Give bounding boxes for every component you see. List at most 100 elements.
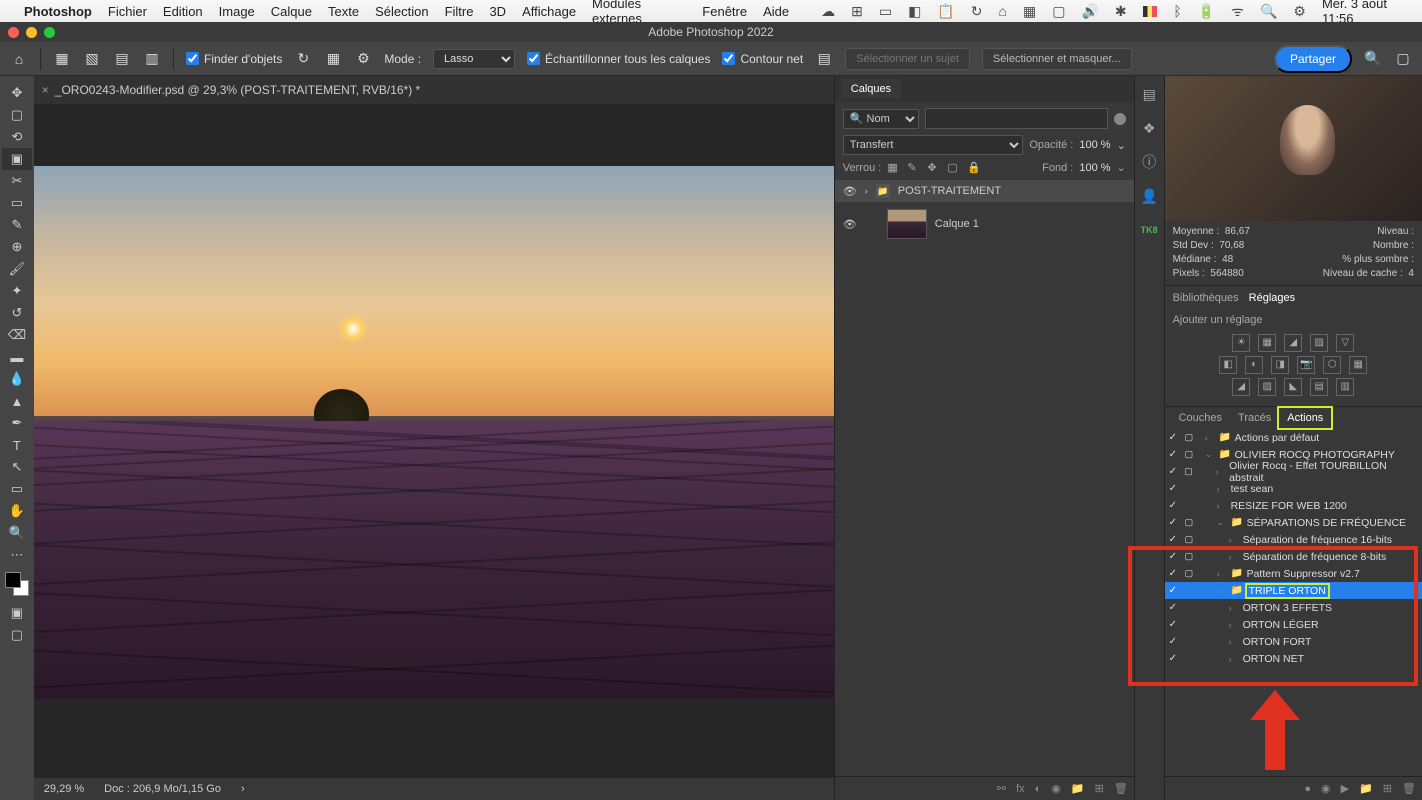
object-select-tool[interactable]: ▣ [2,148,32,170]
blur-tool[interactable]: 💧 [2,368,32,390]
play-icon[interactable]: ▶ [1341,782,1349,795]
link-icon[interactable]: ⚯ [997,782,1006,795]
tab-channels[interactable]: Couches [1171,408,1230,428]
tab-actions[interactable]: Actions [1279,408,1331,428]
expand-icon[interactable]: ⌄ [1217,585,1227,596]
overlay-icon[interactable]: ▦ [324,50,342,68]
chevron-down-icon[interactable]: ⌄ [1117,139,1126,152]
visibility-icon[interactable]: 👁 [843,185,857,198]
expand-icon[interactable]: › [865,186,868,196]
tab-libraries[interactable]: Bibliothèques [1173,292,1239,304]
type-tool[interactable]: T [2,434,32,456]
crop-tool[interactable]: ✂ [2,170,32,192]
panel-icon[interactable]: ❖ [1139,118,1159,138]
menu-aide[interactable]: Aide [763,4,789,19]
new-set-icon[interactable]: 📁 [1359,782,1373,795]
dialog-icon[interactable]: ▢ [1185,449,1197,460]
workspace-icon[interactable]: ▢ [1394,50,1412,68]
eraser-tool[interactable]: ⌫ [2,324,32,346]
layer-row[interactable]: 👁 › 📁 POST-TRAITEMENT [835,180,1134,202]
blend-mode-select[interactable]: Transfert [843,135,1024,155]
expand-icon[interactable]: › [1217,484,1227,494]
action-row[interactable]: ✓▢›📁Actions par défaut [1165,429,1422,446]
lock-pixels-icon[interactable]: ▦ [887,161,901,174]
trash-icon[interactable]: 🗑 [1402,782,1416,795]
minimize-window[interactable] [26,27,37,38]
adj-icon[interactable]: ▤ [1310,378,1328,396]
dialog-icon[interactable]: ▢ [1184,466,1196,477]
adj-icon[interactable]: ◢ [1284,334,1302,352]
menu-texte[interactable]: Texte [328,4,359,19]
eyedropper-tool[interactable]: ✎ [2,214,32,236]
action-row[interactable]: ✓⌄📁TRIPLE ORTON [1165,582,1422,599]
status-icon[interactable]: ◧ [908,3,921,20]
app-name[interactable]: Photoshop [24,4,92,19]
more-tools[interactable]: ⋯ [2,544,32,566]
adj-icon[interactable]: ▨ [1310,334,1328,352]
action-row[interactable]: ✓›ORTON FORT [1165,633,1422,650]
contour-check[interactable]: Contour net [722,52,803,66]
action-row[interactable]: ✓›ORTON NET [1165,650,1422,667]
chevron-down-icon[interactable]: ⌄ [1117,161,1126,174]
quickmask-tool[interactable]: ▣ [2,602,32,624]
tab-adjustments[interactable]: Réglages [1249,292,1295,304]
adj-icon[interactable]: ▨ [1258,378,1276,396]
status-icon[interactable]: ⊞ [851,3,863,20]
menu-filtre[interactable]: Filtre [445,4,474,19]
menu-selection[interactable]: Sélection [375,4,428,19]
dialog-icon[interactable]: ▢ [1185,534,1197,545]
menu-fichier[interactable]: Fichier [108,4,147,19]
selection-add-icon[interactable]: ▧ [83,50,101,68]
doc-size[interactable]: Doc : 206,9 Mo/1,15 Go [104,783,221,795]
action-row[interactable]: ✓▢›Olivier Rocq - Effet TOURBILLON abstr… [1165,463,1422,480]
adj-icon[interactable]: ⬡ [1323,356,1341,374]
layer-row[interactable]: 👁 Calque 1 [835,202,1134,246]
lock-all-icon[interactable]: 🔒 [967,161,981,174]
action-row[interactable]: ✓▢⌄📁SÉPARATIONS DE FRÉQUENCE [1165,514,1422,531]
check-icon[interactable]: ✓ [1169,568,1181,579]
document-tab[interactable]: _ORO0243-Modifier.psd @ 29,3% (POST-TRAI… [55,83,420,97]
lasso-tool[interactable]: ⟲ [2,126,32,148]
adj-icon[interactable]: ▽ [1336,334,1354,352]
status-icon[interactable]: 📋 [937,3,954,20]
expand-icon[interactable]: › [1229,552,1239,562]
expand-icon[interactable]: › [1229,637,1239,647]
check-icon[interactable]: ✓ [1169,585,1181,596]
path-tool[interactable]: ↖ [2,456,32,478]
battery-icon[interactable]: 🔋 [1198,3,1215,20]
action-row[interactable]: ✓›ORTON LÉGER [1165,616,1422,633]
layer-filter-input[interactable] [925,108,1108,129]
dialog-icon[interactable]: ▢ [1185,432,1197,443]
panel-icon[interactable]: ▤ [1139,84,1159,104]
expand-icon[interactable]: › [1229,654,1239,664]
lock-move-icon[interactable]: ✥ [927,161,941,174]
adj-icon[interactable]: ◢ [1232,378,1250,396]
expand-icon[interactable]: › [1205,433,1215,443]
check-icon[interactable]: ✓ [1169,432,1181,443]
menu-calque[interactable]: Calque [271,4,312,19]
screenmode-tool[interactable]: ▢ [2,624,32,646]
group-icon[interactable]: 📁 [1071,782,1085,795]
layer-filter-select[interactable]: 🔍 Nom [843,109,919,129]
lock-brush-icon[interactable]: ✎ [907,161,921,174]
check-icon[interactable]: ✓ [1169,517,1181,528]
home-icon[interactable]: ⌂ [10,50,28,68]
status-icon[interactable]: ⌂ [999,3,1007,19]
frame-tool[interactable]: ▭ [2,192,32,214]
trash-icon[interactable]: 🗑 [1114,782,1128,795]
selection-sub-icon[interactable]: ▤ [113,50,131,68]
gradient-tool[interactable]: ▬ [2,346,32,368]
mask-icon[interactable]: ◐ [1035,783,1042,795]
check-icon[interactable]: ✓ [1169,500,1181,511]
new-layer-icon[interactable]: ⊞ [1095,782,1104,795]
shape-tool[interactable]: ▭ [2,478,32,500]
mode-select[interactable]: Lasso [433,49,515,69]
marquee-tool[interactable]: ▢ [2,104,32,126]
menu-edition[interactable]: Edition [163,4,203,19]
share-button[interactable]: Partager [1274,45,1352,73]
canvas[interactable] [34,104,834,778]
dodge-tool[interactable]: ▲ [2,390,32,412]
action-row[interactable]: ✓▢›Séparation de fréquence 16-bits [1165,531,1422,548]
object-finder-check[interactable]: Finder d'objets [186,52,282,66]
filter-toggle[interactable] [1114,113,1126,125]
